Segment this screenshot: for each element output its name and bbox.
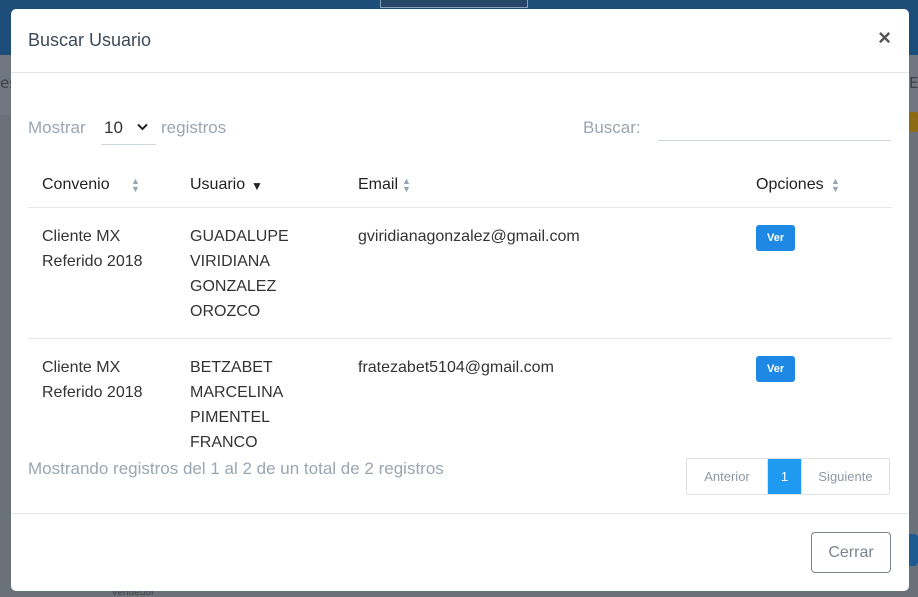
column-header-label: Convenio [42,176,110,194]
column-header-convenio[interactable]: Convenio ▲ ▼ [28,164,176,208]
modal-header: Buscar Usuario × [11,9,909,73]
usuario-line: VIRIDIANA [190,252,271,270]
search-input[interactable] [658,111,891,141]
page-length-select[interactable]: 10 [101,111,156,145]
close-icon[interactable]: × [878,27,891,49]
pagination: Anterior 1 Siguiente [686,458,890,495]
view-button[interactable]: Ver [756,224,796,251]
column-header-label: Email [358,176,399,194]
column-header-label: Usuario [190,176,246,194]
pagination-next[interactable]: Siguiente [801,459,889,494]
close-button[interactable]: Cerrar [811,532,891,573]
cell-email: gviridianagonzalez@gmail.com [344,207,742,339]
chevron-down-icon [137,119,148,134]
sort-icon: ▲ ▼ [831,176,840,194]
cell-opciones: Ver [742,207,892,339]
sort-icon: ▲ ▼ [402,176,411,194]
view-button[interactable]: Ver [756,355,796,382]
usuario-line: OROZCO [190,302,261,320]
modal-title: Buscar Usuario [28,30,152,50]
sort-icon: ▲ ▼ [131,176,140,194]
cell-usuario: GUADALUPE VIRIDIANA GONZALEZ OROZCO [176,207,344,339]
column-header-usuario[interactable]: Usuario ▼ [176,164,344,208]
search-label: Buscar: [583,118,641,137]
users-table: Convenio ▲ ▼ Usuario ▼ Email ▲ ▼ Opciones … [28,164,892,469]
table-info-text: Mostrando registros del 1 al 2 de un tot… [28,459,444,478]
usuario-line: PIMENTEL FRANCO [190,408,270,451]
pagination-previous[interactable]: Anterior [687,459,768,494]
cell-convenio: Cliente MX Referido 2018 [28,338,176,469]
sort-desc-icon: ▼ [251,179,263,193]
convenio-line: Cliente MX [42,358,121,376]
cell-usuario: BETZABET MARCELINA PIMENTEL FRANCO [176,338,344,469]
convenio-line: Referido 2018 [42,252,143,270]
usuario-line: GUADALUPE [190,227,289,245]
search-user-modal: Buscar Usuario × Mostrar 10 registros Bu… [11,9,909,591]
column-header-opciones[interactable]: Opciones ▲ ▼ [742,164,892,208]
cell-convenio: Cliente MX Referido 2018 [28,207,176,339]
length-prefix-label: Mostrar [28,118,86,137]
modal-footer: Cerrar [11,513,909,591]
usuario-line: GONZALEZ [190,277,277,295]
table-header-row: Convenio ▲ ▼ Usuario ▼ Email ▲ ▼ Opciones … [28,164,892,208]
table-row: Cliente MX Referido 2018 BETZABET MARCEL… [28,338,892,469]
column-header-label: Opciones [756,176,824,194]
table-row: Cliente MX Referido 2018 GUADALUPE VIRID… [28,207,892,339]
background-text-right: E [909,74,918,92]
background-logo [380,0,528,8]
length-suffix-label: registros [161,118,227,137]
table-controls: Mostrar 10 registros Buscar: [11,109,909,149]
column-header-email[interactable]: Email ▲ ▼ [344,164,742,208]
page-length-value: 10 [104,118,123,137]
cell-email: fratezabet5104@gmail.com [358,358,554,376]
pagination-page-current[interactable]: 1 [768,459,801,494]
cell-opciones: Ver [742,338,892,469]
convenio-line: Cliente MX [42,227,121,245]
convenio-line: Referido 2018 [42,383,143,401]
usuario-line: MARCELINA [190,383,284,401]
usuario-line: BETZABET [190,358,273,376]
